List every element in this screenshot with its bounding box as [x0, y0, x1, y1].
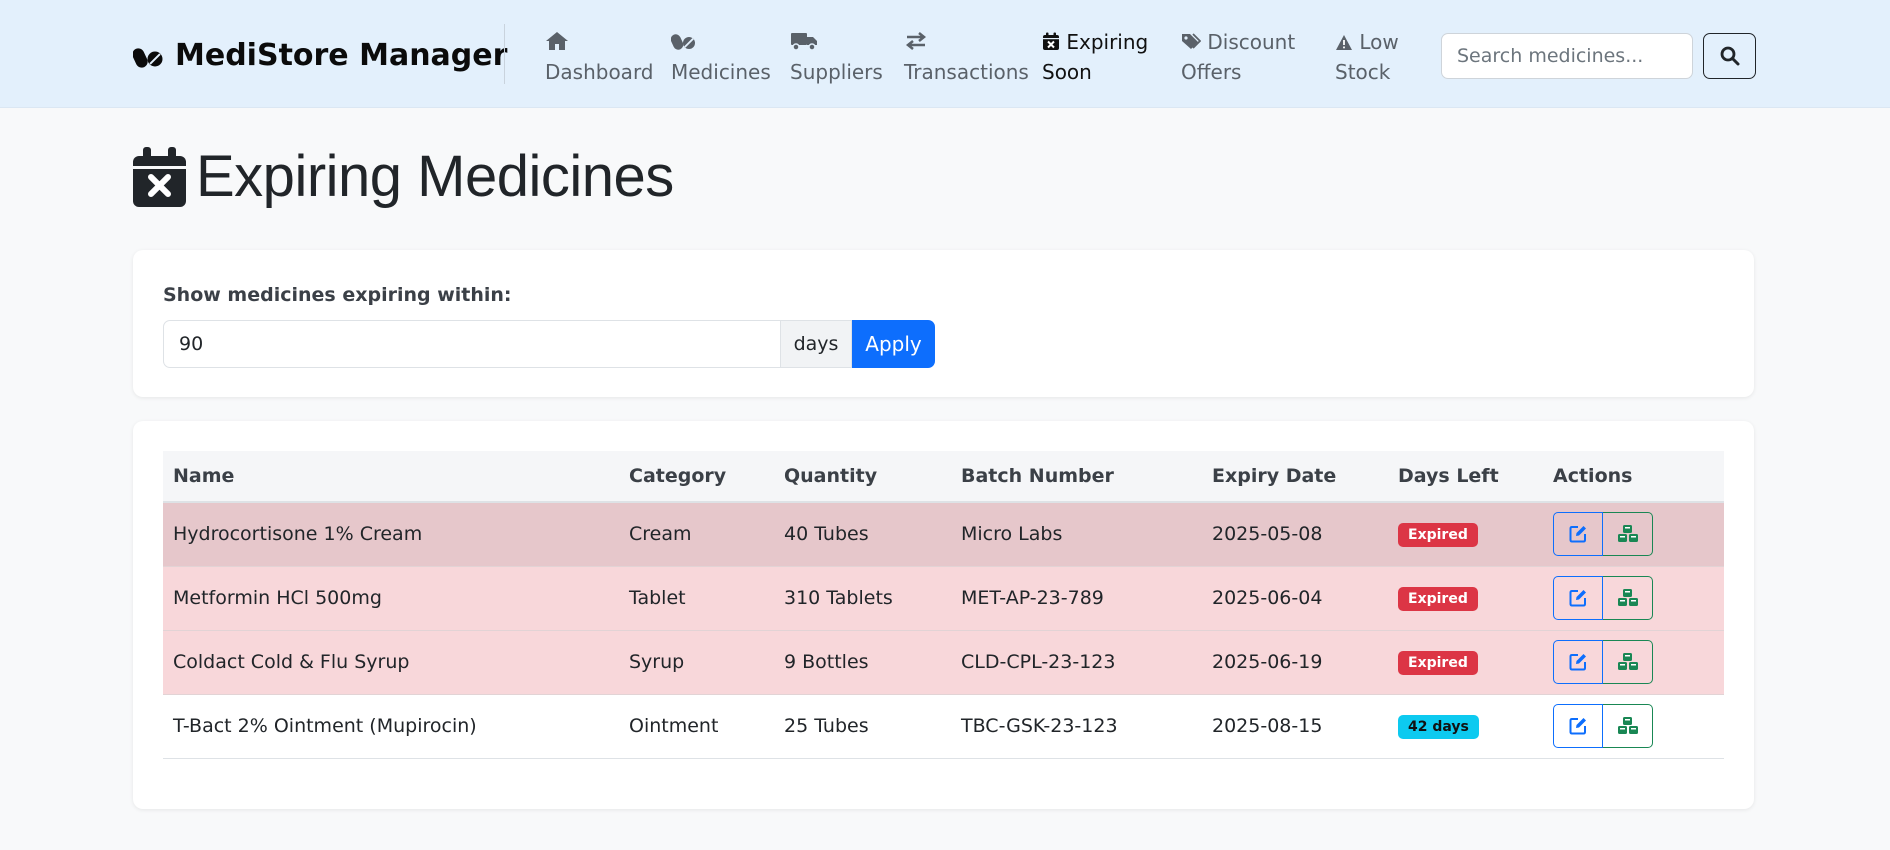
stock-button[interactable]: [1603, 512, 1653, 557]
navbar-divider: [504, 24, 505, 84]
search-button[interactable]: [1703, 33, 1756, 79]
nav-dashboard[interactable]: Dashboard: [545, 27, 654, 87]
truck-icon: [791, 33, 817, 51]
exchange-icon: [905, 32, 927, 50]
cell-actions: [1543, 502, 1724, 567]
filter-label: Show medicines expiring within:: [163, 284, 512, 306]
header-batch-number: Batch Number: [951, 451, 1202, 503]
search-form: [1441, 33, 1756, 79]
table-row: Coldact Cold & Flu Syrup Syrup 9 Bottles…: [163, 630, 1724, 695]
tags-icon: [1182, 33, 1201, 49]
status-badge: Expired: [1398, 586, 1478, 611]
header-category: Category: [619, 451, 774, 503]
calendar-x-icon: [1043, 32, 1059, 50]
filter-card: Show medicines expiring within: 90 days …: [133, 250, 1754, 397]
edit-icon: [1569, 590, 1586, 607]
cell-batch: TBC-GSK-23-123: [951, 694, 1202, 759]
cell-batch: Micro Labs: [951, 502, 1202, 567]
cell-quantity: 9 Bottles: [774, 630, 951, 695]
cell-days-left: Expired: [1388, 566, 1543, 631]
home-icon: [546, 32, 568, 50]
search-input[interactable]: [1441, 33, 1693, 79]
edit-button[interactable]: [1553, 640, 1603, 684]
nav-discount-offers[interactable]: Discount Offers: [1181, 27, 1295, 87]
nav-low-stock[interactable]: Low Stock: [1335, 27, 1399, 87]
cell-category: Ointment: [619, 694, 774, 759]
cell-name: Coldact Cold & Flu Syrup: [163, 630, 619, 695]
nav-dashboard-label: Dashboard: [545, 60, 654, 84]
nav-transactions-label: Transactions: [904, 60, 1029, 84]
status-badge: Expired: [1398, 650, 1478, 675]
nav-medicines[interactable]: Medicines: [671, 27, 771, 87]
page-title-text: Expiring Medicines: [196, 144, 674, 209]
cell-batch: MET-AP-23-789: [951, 566, 1202, 631]
cubes-icon: [1617, 589, 1638, 606]
status-badge: 42 days: [1398, 714, 1479, 739]
edit-button[interactable]: [1553, 512, 1603, 557]
medicines-table-card: Name Category Quantity Batch Number Expi…: [133, 421, 1754, 809]
cell-quantity: 25 Tubes: [774, 694, 951, 759]
header-days-left: Days Left: [1388, 451, 1543, 503]
cubes-icon: [1617, 525, 1638, 543]
header-expiry-date: Expiry Date: [1202, 451, 1388, 503]
cell-expiry: 2025-05-08: [1202, 502, 1388, 567]
cell-name: Hydrocortisone 1% Cream: [163, 502, 619, 567]
cubes-icon: [1617, 653, 1638, 670]
edit-icon: [1569, 526, 1586, 543]
pills-logo-icon: [133, 47, 163, 68]
cell-days-left: Expired: [1388, 502, 1543, 567]
calendar-x-icon: [133, 146, 186, 207]
cell-quantity: 310 Tablets: [774, 566, 951, 631]
brand-name: MediStore Manager: [175, 38, 508, 73]
nav-suppliers-label: Suppliers: [790, 60, 883, 84]
brand[interactable]: MediStore Manager: [133, 38, 507, 73]
header-name: Name: [163, 451, 619, 503]
cell-category: Cream: [619, 502, 774, 567]
days-input[interactable]: 90: [163, 320, 781, 368]
days-addon: days: [781, 320, 852, 368]
stock-button[interactable]: [1603, 704, 1653, 748]
stock-button[interactable]: [1603, 640, 1653, 684]
cell-expiry: 2025-08-15: [1202, 694, 1388, 759]
cell-name: T-Bact 2% Ointment (Mupirocin): [163, 694, 619, 759]
nav-medicines-label: Medicines: [671, 60, 771, 84]
search-icon: [1720, 46, 1739, 66]
edit-icon: [1569, 654, 1586, 671]
cell-expiry: 2025-06-19: [1202, 630, 1388, 695]
table-row: Metformin HCl 500mg Tablet 310 Tablets M…: [163, 566, 1724, 631]
expiring-medicines-table: Name Category Quantity Batch Number Expi…: [163, 451, 1724, 759]
navbar: MediStore Manager Dashboard Medicines Su…: [0, 0, 1890, 108]
cell-category: Tablet: [619, 566, 774, 631]
apply-button[interactable]: Apply: [852, 320, 935, 368]
edit-button[interactable]: [1553, 704, 1603, 748]
pills-icon: [671, 34, 695, 50]
days-input-group: 90 days Apply: [163, 320, 935, 368]
cell-quantity: 40 Tubes: [774, 502, 951, 567]
cell-expiry: 2025-06-04: [1202, 566, 1388, 631]
cell-category: Syrup: [619, 630, 774, 695]
cell-days-left: 42 days: [1388, 694, 1543, 759]
cell-actions: [1543, 566, 1724, 631]
edit-icon: [1569, 718, 1586, 735]
nav-transactions[interactable]: Transactions: [904, 27, 1029, 87]
cubes-icon: [1617, 717, 1638, 734]
cell-name: Metformin HCl 500mg: [163, 566, 619, 631]
cell-batch: CLD-CPL-23-123: [951, 630, 1202, 695]
nav-expiring-soon[interactable]: Expiring Soon: [1042, 27, 1148, 87]
edit-button[interactable]: [1553, 576, 1603, 620]
table-header-row: Name Category Quantity Batch Number Expi…: [163, 451, 1724, 503]
table-row: Hydrocortisone 1% Cream Cream 40 Tubes M…: [163, 502, 1724, 567]
table-row: T-Bact 2% Ointment (Mupirocin) Ointment …: [163, 694, 1724, 759]
header-quantity: Quantity: [774, 451, 951, 503]
header-actions: Actions: [1543, 451, 1724, 503]
cell-actions: [1543, 630, 1724, 695]
cell-days-left: Expired: [1388, 630, 1543, 695]
nav-suppliers[interactable]: Suppliers: [790, 27, 883, 87]
page-title: Expiring Medicines: [133, 143, 674, 210]
status-badge: Expired: [1398, 522, 1478, 547]
warning-icon: [1336, 35, 1352, 50]
stock-button[interactable]: [1603, 576, 1653, 620]
cell-actions: [1543, 694, 1724, 759]
